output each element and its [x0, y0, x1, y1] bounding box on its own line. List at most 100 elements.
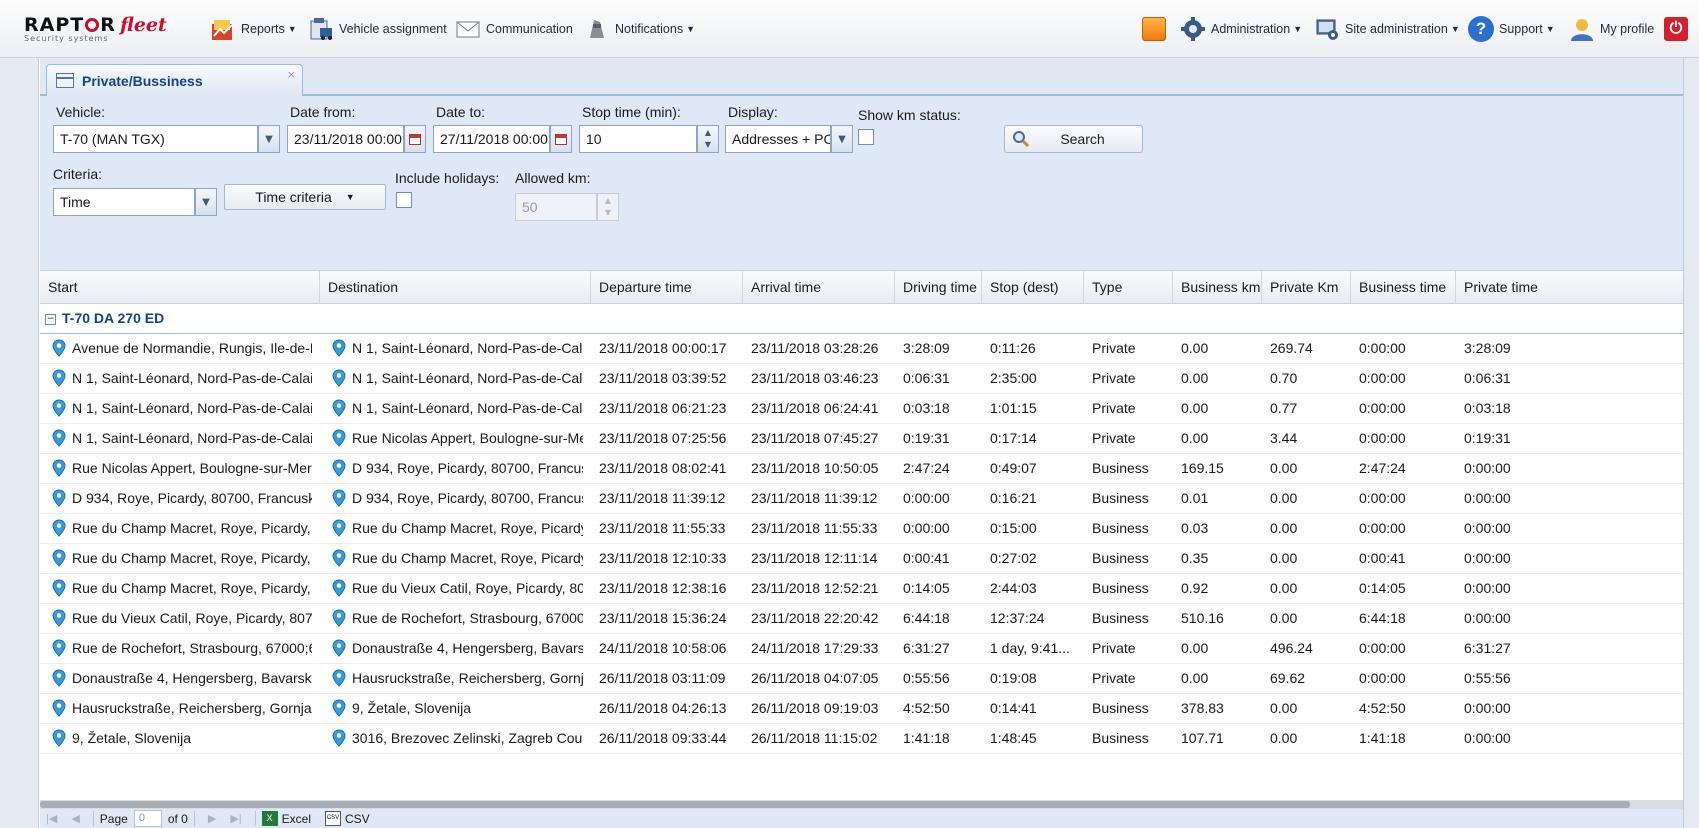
table-row[interactable]: N 1, Saint-Léonard, Nord-Pas-de-Calais, N… — [40, 394, 1683, 424]
criteria-select[interactable]: Time — [53, 188, 195, 216]
first-page-icon[interactable]: |◀ — [46, 812, 57, 825]
menu-vehicle-assignment[interactable]: Vehicle assignment — [308, 14, 447, 44]
location-pin-icon[interactable] — [52, 579, 66, 597]
display-select[interactable]: Addresses + PC — [725, 125, 831, 153]
location-pin-icon[interactable] — [52, 489, 66, 507]
location-pin-icon[interactable] — [52, 699, 66, 717]
location-pin-icon[interactable] — [52, 429, 66, 447]
date-from-calendar-button[interactable] — [404, 125, 426, 153]
location-pin-icon[interactable] — [52, 399, 66, 417]
previous-page-icon[interactable]: ◀ — [71, 812, 79, 825]
menu-communication[interactable]: Communication — [455, 14, 573, 44]
close-icon[interactable]: × — [287, 68, 296, 81]
location-pin-icon[interactable] — [52, 639, 66, 657]
column-header-arrival-time[interactable]: Arrival time — [743, 271, 895, 304]
location-pin-icon[interactable] — [332, 339, 346, 357]
column-header-destination[interactable]: Destination — [320, 271, 591, 304]
stop-time-spinner[interactable]: ▲ ▼ — [697, 125, 719, 153]
table-row[interactable]: Rue de Rochefort, Strasbourg, 67000;67 Do… — [40, 634, 1683, 664]
location-pin-icon[interactable] — [332, 369, 346, 387]
search-button[interactable]: Search — [1004, 125, 1143, 153]
table-row[interactable]: 9, Žetale, Slovenija 3016, Brezovec Zelin… — [40, 724, 1683, 754]
date-to-calendar-button[interactable] — [550, 125, 572, 153]
date-from-field[interactable]: 23/11/2018 00:00 — [287, 125, 404, 153]
show-km-status-checkbox[interactable] — [858, 129, 874, 145]
column-header-private-km[interactable]: Private Km — [1262, 271, 1351, 304]
table-row[interactable]: Hausruckstraße, Reichersberg, Gornja Au 9… — [40, 694, 1683, 724]
table-row[interactable]: Rue du Vieux Catil, Roye, Picardy, 80700… — [40, 604, 1683, 634]
location-pin-icon[interactable] — [52, 609, 66, 627]
excel-icon[interactable]: X — [261, 811, 278, 826]
table-row[interactable]: Avenue de Normandie, Rungis, Ile-de-Fran… — [40, 334, 1683, 364]
location-pin-icon[interactable] — [332, 549, 346, 567]
scrollbar-thumb[interactable] — [40, 801, 1630, 808]
cell-stop-dest-text: 0:49:07 — [990, 460, 1037, 476]
column-header-private-time[interactable]: Private time — [1456, 271, 1683, 304]
tab-private-business[interactable]: Private/Bussiness × — [46, 64, 303, 96]
table-row[interactable]: Rue du Champ Macret, Roye, Picardy, 80 Ru… — [40, 514, 1683, 544]
time-criteria-button[interactable]: Time criteria ▼ — [224, 184, 386, 210]
logout-button[interactable]: ⏻ — [1664, 14, 1688, 44]
group-header-row[interactable]: − T-70 DA 270 ED — [40, 304, 1683, 334]
vehicle-dropdown-trigger[interactable]: ▼ — [258, 125, 280, 153]
table-row[interactable]: Rue du Champ Macret, Roye, Picardy, 80 Ru… — [40, 544, 1683, 574]
location-pin-icon[interactable] — [332, 399, 346, 417]
date-to-field[interactable]: 27/11/2018 00:00 — [433, 125, 550, 153]
horizontal-scrollbar[interactable] — [40, 800, 1683, 809]
location-pin-icon[interactable] — [332, 519, 346, 537]
location-pin-icon[interactable] — [332, 699, 346, 717]
csv-export-button[interactable]: CSV — [345, 812, 370, 826]
stop-time-field[interactable]: 10 — [579, 125, 697, 153]
column-header-driving-time[interactable]: Driving time — [895, 271, 982, 304]
location-pin-icon[interactable] — [332, 579, 346, 597]
location-pin-icon[interactable] — [52, 729, 66, 747]
column-header-departure-time[interactable]: Departure time — [591, 271, 743, 304]
include-holidays-checkbox[interactable] — [396, 192, 412, 208]
table-row[interactable]: N 1, Saint-Léonard, Nord-Pas-de-Calais, R… — [40, 424, 1683, 454]
allowed-km-spinner[interactable]: ▲ ▼ — [597, 193, 619, 221]
location-pin-icon[interactable] — [52, 549, 66, 567]
menu-administration[interactable]: Administration ▼ — [1180, 14, 1302, 44]
menu-site-administration[interactable]: Site administration ▼ — [1314, 14, 1460, 44]
chevron-down-icon: ▼ — [1450, 24, 1460, 34]
location-pin-icon[interactable] — [332, 609, 346, 627]
column-header-business-time[interactable]: Business time — [1351, 271, 1456, 304]
column-header-stop-dest[interactable]: Stop (dest) — [982, 271, 1084, 304]
lock-button[interactable] — [1142, 14, 1166, 44]
menu-support[interactable]: ? Support ▼ — [1468, 14, 1555, 44]
menu-reports[interactable]: Reports ▼ — [210, 14, 297, 44]
vehicle-select[interactable]: T-70 (MAN TGX) — [53, 125, 258, 153]
column-header-business-km[interactable]: Business km — [1173, 271, 1262, 304]
menu-notifications[interactable]: Notifications ▼ — [584, 14, 695, 44]
csv-icon[interactable]: CSV — [324, 811, 341, 826]
page-number-field[interactable]: 0 — [133, 810, 162, 827]
location-pin-icon[interactable] — [332, 669, 346, 687]
location-pin-icon[interactable] — [52, 339, 66, 357]
location-pin-icon[interactable] — [52, 669, 66, 687]
criteria-dropdown-trigger[interactable]: ▼ — [195, 188, 217, 216]
table-row[interactable]: D 934, Roye, Picardy, 80700, Francuska D … — [40, 484, 1683, 514]
column-header-type[interactable]: Type — [1084, 271, 1173, 304]
allowed-km-field[interactable]: 50 — [515, 193, 597, 221]
table-row[interactable]: Donaustraße 4, Hengersberg, Bavarska, Hau… — [40, 664, 1683, 694]
location-pin-icon[interactable] — [52, 369, 66, 387]
cell-driving-time-text: 3:28:09 — [903, 340, 950, 356]
menu-my-profile[interactable]: My profile — [1569, 14, 1654, 44]
display-dropdown-trigger[interactable]: ▼ — [831, 125, 853, 153]
location-pin-icon[interactable] — [332, 489, 346, 507]
column-header-start[interactable]: Start — [40, 271, 320, 304]
excel-export-button[interactable]: Excel — [282, 812, 311, 826]
next-page-icon[interactable]: ▶ — [208, 812, 216, 825]
location-pin-icon[interactable] — [332, 729, 346, 747]
collapse-icon[interactable]: − — [45, 314, 56, 325]
table-row[interactable]: Rue Nicolas Appert, Boulogne-sur-Mer, 6 D… — [40, 454, 1683, 484]
last-page-icon[interactable]: ▶| — [230, 812, 241, 825]
location-pin-icon[interactable] — [332, 639, 346, 657]
table-row[interactable]: Rue du Champ Macret, Roye, Picardy, 80 Ru… — [40, 574, 1683, 604]
location-pin-icon[interactable] — [332, 429, 346, 447]
location-pin-icon[interactable] — [52, 519, 66, 537]
location-pin-icon[interactable] — [332, 459, 346, 477]
table-row[interactable]: N 1, Saint-Léonard, Nord-Pas-de-Calais, N… — [40, 364, 1683, 394]
location-pin-icon[interactable] — [52, 459, 66, 477]
raptor-fleet-logo[interactable]: RAPT R fleet Security systems — [24, 14, 167, 44]
